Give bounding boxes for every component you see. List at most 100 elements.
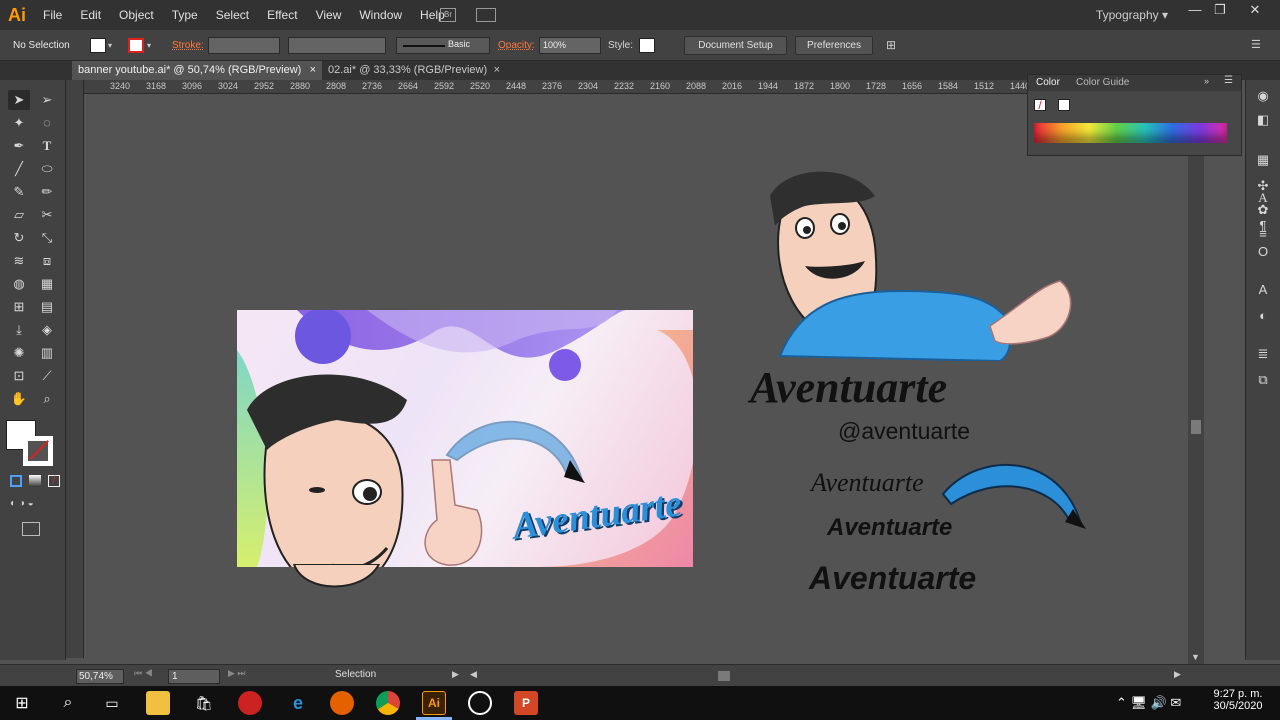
brand-heavy-text[interactable]: Aventuarte [809,560,976,597]
document-setup-button[interactable]: Document Setup [684,36,787,55]
tab-close-icon[interactable]: × [310,61,316,80]
preferences-button[interactable]: Preferences [795,36,873,55]
rotate-icon[interactable]: ↻ [8,228,30,248]
gradient-icon[interactable]: ▤ [36,297,58,317]
handle-text[interactable]: @aventuarte [838,418,970,445]
menu-window[interactable]: Window [350,0,411,30]
stroke-color-swatch[interactable] [23,436,53,466]
tab-banner-youtube[interactable]: banner youtube.ai* @ 50,74% (RGB/Preview… [72,61,322,80]
magic-wand-icon[interactable]: ✦ [8,113,30,133]
canvas-area[interactable]: Aventuarte Aventuarte @aventuarte Aventu… [84,94,1188,658]
search-icon[interactable]: ⌕ [56,691,80,715]
menu-file[interactable]: File [34,0,71,30]
hand-icon[interactable]: ✋ [8,389,30,409]
lasso-icon[interactable]: ◌ [36,113,58,133]
fill-dropdown-icon[interactable]: ▾ [108,38,118,53]
glyphs-icon[interactable]: A [1252,280,1274,300]
panel-menu-icon[interactable]: ☰ [1251,38,1267,53]
blend-icon[interactable]: ◈ [36,320,58,340]
eyedropper-icon[interactable]: ⤓ [8,320,30,340]
variable-width-field[interactable] [288,37,386,54]
opacity-label[interactable]: Opacity: [498,38,535,54]
scroll-right-arrow-icon[interactable]: ▶ [1174,669,1181,680]
opacity-field[interactable]: 100% [539,37,601,54]
line-tool-icon[interactable]: ╱ [8,159,30,179]
pen-icon[interactable]: ✒ [8,136,30,156]
horizontal-scrollbar[interactable]: ◀ ▶ [466,668,1188,684]
workspace-switcher[interactable]: Typography ▾ [1096,0,1168,30]
stroke-weight-field[interactable] [208,37,280,54]
type-tool-icon[interactable]: T [36,136,58,156]
task-view-icon[interactable]: ▭ [100,691,124,715]
illustrator-taskbar-icon[interactable]: Ai [422,691,446,715]
eraser-icon[interactable]: ▱ [8,205,30,225]
tab-color-guide[interactable]: Color Guide [1076,77,1129,88]
none-swatch[interactable]: / [1034,99,1046,111]
paragraph-panel-icon[interactable]: ¶ [1252,216,1274,236]
menu-select[interactable]: Select [207,0,258,30]
white-swatch[interactable] [1058,99,1070,111]
brand-thin-script[interactable]: Aventuarte [811,468,924,498]
pencil-icon[interactable]: ✏ [36,182,58,202]
perspective-grid-icon[interactable]: ▦ [36,274,58,294]
scroll-left-arrow-icon[interactable]: ◀ [470,669,477,680]
banner-artboard[interactable]: Aventuarte [237,310,693,567]
powerpoint-icon[interactable]: P [514,691,538,715]
arrange-documents-icon[interactable] [476,8,496,22]
bridge-icon[interactable]: Br [440,8,456,22]
layers-icon[interactable]: ≣ [1252,344,1274,364]
edge-icon[interactable]: e [286,691,310,715]
artboard-nav-icons[interactable]: ⏮ ◀ [134,668,153,679]
color-spectrum[interactable] [1034,123,1227,143]
chrome-icon[interactable] [376,691,400,715]
tray-icons[interactable]: ⌃ 🖥 🔊 ✉ [1116,695,1181,711]
color-guide-icon[interactable]: ◧ [1252,110,1274,130]
none-mode-icon[interactable]: / [48,475,60,487]
fill-swatch[interactable] [90,38,106,53]
brush-definition[interactable]: Basic [396,37,490,54]
menu-view[interactable]: View [307,0,351,30]
arrange-icon[interactable]: ⊞ [886,38,902,53]
stroke-label[interactable]: Stroke: [172,38,204,54]
obs-icon[interactable] [468,691,492,715]
artboard-icon[interactable]: ⊡ [8,366,30,386]
tab-close-icon[interactable]: × [494,61,500,80]
direct-selection-icon[interactable]: ➢ [36,90,58,110]
clock[interactable]: 9:27 p. m. 30/5/2020 [1210,688,1266,712]
symbol-sprayer-icon[interactable]: ✺ [8,343,30,363]
scissors-icon[interactable]: ✂ [36,205,58,225]
drawing-modes-icon[interactable]: ◐ ◑ ◒ [10,498,50,512]
color-panel-icon[interactable]: ◉ [1252,86,1274,106]
firefox-icon[interactable] [330,691,354,715]
status-menu-arrow-icon[interactable]: ▶ [452,669,459,680]
tab-02[interactable]: 02.ai* @ 33,33% (RGB/Preview) × [322,61,508,80]
style-swatch[interactable] [639,38,655,53]
artboards-panel-icon[interactable]: ⧉ [1252,370,1274,390]
shape-builder-icon[interactable]: ◍ [8,274,30,294]
artboard-number-field[interactable]: 1 [168,669,220,684]
ellipse-tool-icon[interactable]: ⬭ [36,159,58,179]
warp-icon[interactable]: ≋ [8,251,30,271]
stroke-dropdown-icon[interactable]: ▾ [147,38,157,53]
stroke-swatch[interactable] [128,38,144,53]
vertical-scroll-thumb[interactable] [1191,420,1201,434]
screen-mode-icon[interactable] [22,522,40,536]
fill-stroke-widget[interactable] [6,416,56,468]
panel-collapse-icon[interactable]: » [1204,76,1209,86]
paintbrush-icon[interactable]: ✎ [8,182,30,202]
swatches-icon[interactable]: ▦ [1252,150,1274,170]
horizontal-scroll-thumb[interactable] [718,671,730,681]
opentype-panel-icon[interactable]: O [1252,242,1274,262]
davinci-icon[interactable] [238,691,262,715]
vertical-scrollbar[interactable]: ▼ [1188,94,1204,664]
menu-edit[interactable]: Edit [71,0,110,30]
menu-effect[interactable]: Effect [258,0,306,30]
zoom-field[interactable]: 50,74% [76,669,124,684]
free-transform-icon[interactable]: ⧈ [36,251,58,271]
tab-color[interactable]: Color [1036,77,1060,88]
file-explorer-icon[interactable] [146,691,170,715]
zoom-icon[interactable]: ⌕ [36,389,58,409]
gradient-mode-icon[interactable] [29,475,41,487]
store-icon[interactable]: 🛍 [192,691,216,715]
menu-object[interactable]: Object [110,0,163,30]
